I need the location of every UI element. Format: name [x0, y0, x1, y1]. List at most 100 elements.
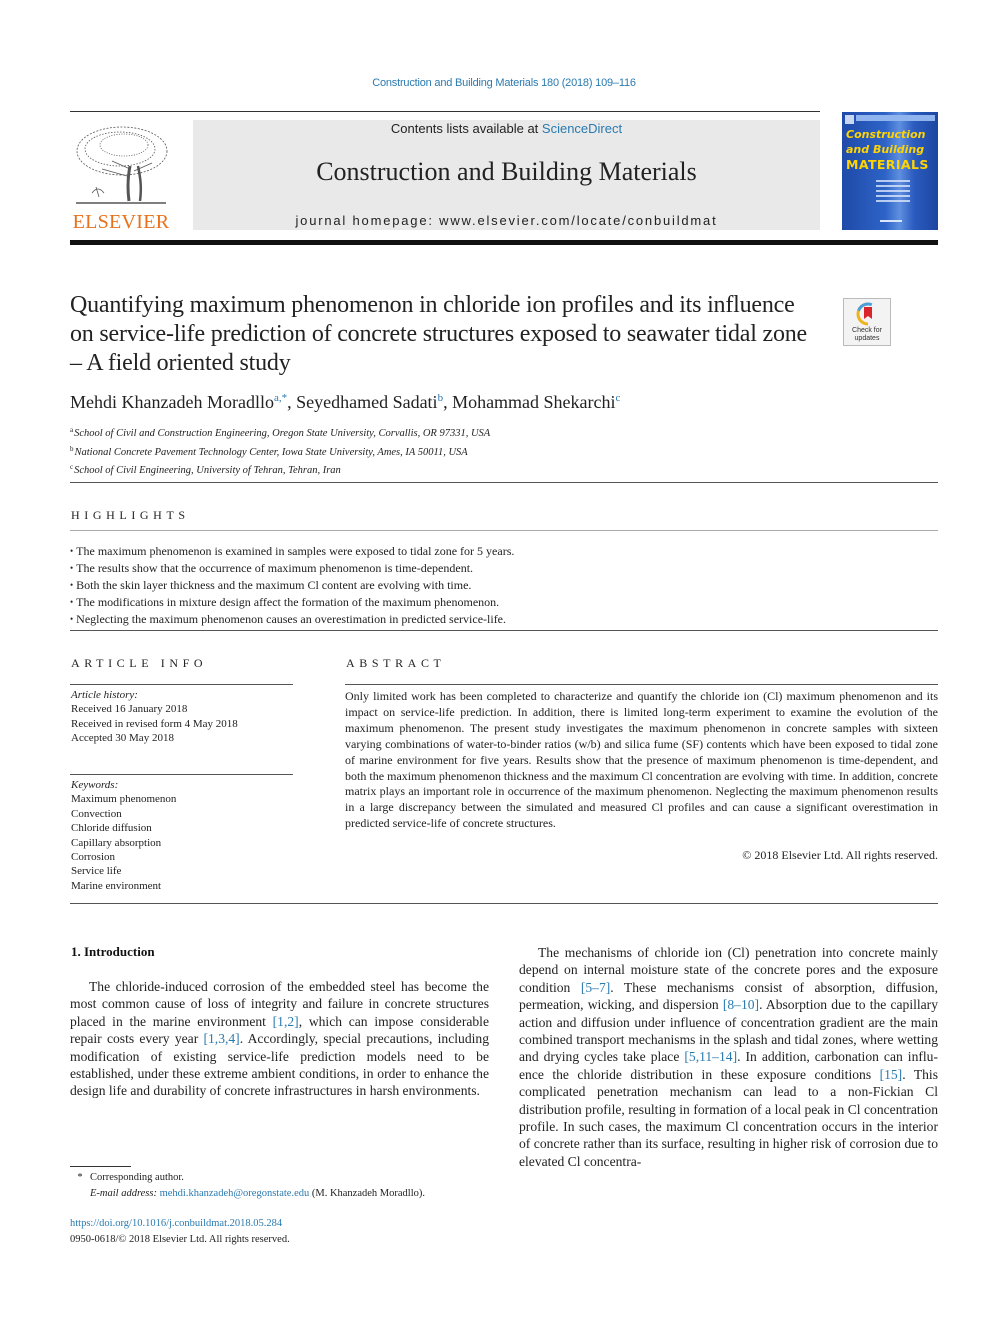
- check-updates-icon: [856, 302, 880, 326]
- email-suffix: (M. Khanzadeh Moradllo).: [309, 1187, 425, 1199]
- doi-link[interactable]: https://doi.org/10.1016/j.conbuildmat.20…: [70, 1218, 282, 1229]
- keyword-item: Maximum phenomenon: [71, 793, 177, 806]
- footnote-star: *: [77, 1172, 83, 1183]
- citation-link[interactable]: [5–7]: [581, 980, 610, 995]
- paragraph-text: . This complicated penetration mechanism…: [519, 1066, 938, 1169]
- corresponding-author-footnote: * Corresponding author. E-mail address: m…: [70, 1170, 510, 1201]
- author-name[interactable]: Mehdi Khanzadeh Moradllo: [70, 392, 274, 412]
- keyword-item: Chloride diffusion: [71, 822, 152, 835]
- highlight-item: Both the skin layer thickness and the ma…: [70, 577, 938, 594]
- contents-line: Contents lists available at ScienceDirec…: [193, 121, 820, 136]
- citation-link[interactable]: [5,11–14]: [684, 1049, 737, 1064]
- highlight-item: The maximum phenomenon is examined in sa…: [70, 543, 938, 560]
- article-info-rule: [70, 684, 293, 685]
- abstract-text: Only limited work has been completed to …: [345, 689, 938, 831]
- check-updates-label-line-2: updates: [854, 335, 880, 342]
- contents-prefix: Contents lists available at: [390, 121, 542, 136]
- author-list: Mehdi Khanzadeh Moradlloa,*, Seyedhamed …: [70, 392, 870, 413]
- author-separator: ,: [443, 392, 453, 412]
- author-name[interactable]: Mohammad Shekarchi: [452, 392, 615, 412]
- keyword-item: Corrosion: [71, 851, 115, 864]
- section-heading-introduction: 1. Introduction: [71, 944, 155, 959]
- highlight-item: The results show that the occurrence of …: [70, 560, 938, 577]
- email-line: E-mail address: mehdi.khanzadeh@oregonst…: [70, 1186, 510, 1202]
- header-rule: [70, 111, 820, 112]
- elsevier-logo[interactable]: ELSEVIER: [70, 119, 172, 234]
- body-paragraph: The chloride-induced corrosion of the em…: [70, 978, 489, 1100]
- email-link[interactable]: mehdi.khanzadeh@oregonstate.edu: [160, 1188, 310, 1199]
- section-divider: [70, 630, 938, 631]
- highlights-heading: HIGHLIGHTS: [71, 508, 190, 522]
- highlights-rule: [70, 530, 938, 531]
- citation-link[interactable]: [8–10]: [723, 997, 759, 1012]
- body-column-right: The mechanisms of chloride ion (Cl) pene…: [519, 944, 938, 1170]
- affiliation-marker: c: [70, 463, 74, 471]
- footnote-rule: [70, 1166, 131, 1167]
- affiliation-item: cSchool of Civil Engineering, University…: [70, 460, 820, 479]
- corresponding-label: Corresponding author.: [90, 1172, 184, 1183]
- affiliation-item: bNational Concrete Pavement Technology C…: [70, 442, 820, 461]
- body-column-left: The chloride-induced corrosion of the em…: [70, 978, 489, 1100]
- highlights-list: The maximum phenomenon is examined in sa…: [70, 543, 938, 628]
- article-history: Article history: Received 16 January 201…: [71, 688, 291, 746]
- author-name[interactable]: Seyedhamed Sadati: [296, 392, 437, 412]
- highlight-item: Neglecting the maximum phenomenon causes…: [70, 611, 938, 628]
- history-item: Received in revised form 4 May 2018: [71, 717, 238, 730]
- affiliation-list: aSchool of Civil and Construction Engine…: [70, 423, 820, 479]
- cover-title-line-3: MATERIALS: [846, 157, 929, 172]
- section-divider: [70, 903, 938, 904]
- citation-link[interactable]: [1,3,4]: [203, 1031, 239, 1046]
- keywords-rule: [70, 774, 293, 775]
- author-separator: ,: [287, 392, 297, 412]
- cover-title: Construction and Building MATERIALS: [846, 127, 936, 172]
- author-affiliation-marker[interactable]: a,*: [274, 392, 287, 404]
- history-item: Accepted 30 May 2018: [71, 732, 174, 745]
- elsevier-tree-icon: [76, 126, 168, 204]
- issn-copyright: 0950-0618/© 2018 Elsevier Ltd. All right…: [70, 1233, 290, 1245]
- keyword-item: Service life: [71, 865, 122, 878]
- cover-title-line-1: Construction: [846, 128, 926, 141]
- keywords-label: Keywords:: [71, 779, 119, 791]
- cover-title-line-2: and Building: [846, 143, 925, 156]
- journal-cover-image[interactable]: Construction and Building MATERIALS: [842, 112, 938, 230]
- abstract-heading: ABSTRACT: [346, 656, 446, 670]
- keyword-item: Convection: [71, 807, 122, 820]
- journal-name: Construction and Building Materials: [316, 157, 697, 186]
- article-title: Quantifying maximum phenomenon in chlori…: [70, 292, 808, 376]
- corresponding-line: * Corresponding author.: [70, 1170, 510, 1186]
- article-info-heading: ARTICLE INFO: [71, 656, 208, 670]
- affiliation-text: National Concrete Pavement Technology Ce…: [74, 446, 468, 458]
- check-updates-label: Check for updates: [844, 327, 890, 343]
- sciencedirect-link[interactable]: ScienceDirect: [542, 121, 622, 136]
- author-affiliation-marker[interactable]: c: [616, 392, 621, 404]
- section-divider: [70, 482, 938, 483]
- keyword-item: Capillary absorption: [71, 836, 162, 849]
- history-item: Received 16 January 2018: [71, 703, 188, 716]
- email-label: E-mail address:: [90, 1187, 160, 1199]
- elsevier-wordmark: ELSEVIER: [72, 211, 170, 233]
- abstract-rule: [345, 684, 938, 685]
- highlight-item: The modifications in mixture design affe…: [70, 594, 938, 611]
- journal-citation[interactable]: Construction and Building Materials 180 …: [0, 77, 992, 89]
- abstract-copyright: © 2018 Elsevier Ltd. All rights reserved…: [742, 848, 938, 862]
- citation-link[interactable]: [15]: [880, 1067, 903, 1082]
- doi-block: https://doi.org/10.1016/j.conbuildmat.20…: [70, 1216, 510, 1247]
- cover-publisher-logo: [845, 115, 854, 124]
- affiliation-marker: a: [70, 426, 74, 434]
- body-paragraph: The mechanisms of chloride ion (Cl) pene…: [519, 944, 938, 1170]
- article-history-label: Article history:: [71, 689, 138, 701]
- cover-band: [856, 115, 935, 121]
- header-thick-rule: [70, 240, 938, 245]
- citation-link[interactable]: [1,2]: [273, 1014, 299, 1029]
- affiliation-text: School of Civil and Construction Enginee…: [74, 428, 491, 439]
- keyword-item: Marine environment: [71, 879, 162, 892]
- check-updates-label-line-1: Check for: [852, 327, 882, 334]
- affiliation-marker: b: [70, 444, 74, 453]
- journal-homepage[interactable]: journal homepage: www.elsevier.com/locat…: [193, 213, 820, 228]
- affiliation-text: School of Civil Engineering, University …: [74, 465, 341, 476]
- cover-footer-mark: [880, 220, 902, 222]
- keyword-list: Keywords: Maximum phenomenon Convection …: [71, 778, 291, 893]
- cover-subtitle-lines: [876, 180, 910, 205]
- check-for-updates-button[interactable]: Check for updates: [843, 298, 891, 346]
- affiliation-item: aSchool of Civil and Construction Engine…: [70, 423, 820, 442]
